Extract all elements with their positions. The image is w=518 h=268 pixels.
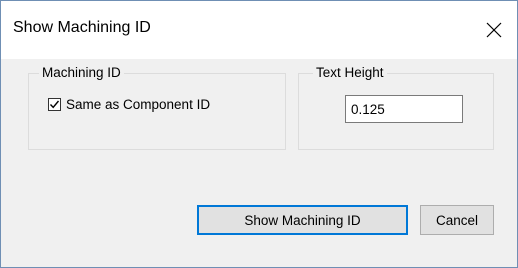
- text-height-input[interactable]: [345, 95, 463, 123]
- close-button[interactable]: [471, 1, 517, 59]
- text-height-group: Text Height: [298, 65, 494, 150]
- text-height-legend: Text Height: [313, 65, 387, 80]
- cancel-button[interactable]: Cancel: [420, 205, 494, 235]
- same-as-component-checkbox-row[interactable]: Same as Component ID: [48, 97, 210, 112]
- machining-id-group: Machining ID Same as Component ID: [28, 65, 286, 150]
- title-bar: Show Machining ID: [1, 1, 517, 59]
- checkmark-icon: [49, 100, 60, 109]
- show-machining-id-button[interactable]: Show Machining ID: [197, 205, 408, 235]
- dialog-window: Show Machining ID Machining ID Same as C…: [0, 0, 518, 268]
- window-title: Show Machining ID: [13, 19, 151, 36]
- machining-id-legend: Machining ID: [39, 65, 124, 80]
- same-as-component-label: Same as Component ID: [66, 97, 211, 112]
- close-icon: [486, 22, 502, 38]
- same-as-component-checkbox[interactable]: [48, 98, 61, 111]
